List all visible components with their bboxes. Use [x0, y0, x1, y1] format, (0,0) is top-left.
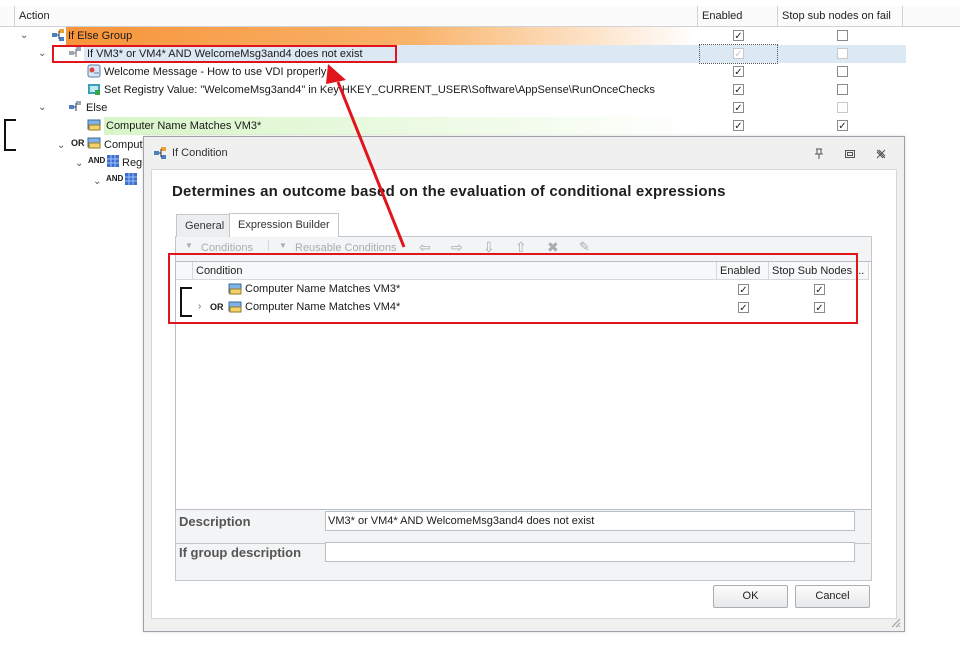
tab-general[interactable]: General [176, 214, 234, 237]
enabled-checkbox[interactable]: ✓ [733, 120, 744, 132]
column-header-enabled[interactable]: Enabled [697, 6, 774, 26]
group-description-label: If group description [179, 545, 302, 560]
description-label: Description [179, 514, 251, 529]
dialog-heading: Determines an outcome based on the evalu… [172, 183, 726, 200]
cancel-button[interactable]: Cancel [795, 585, 870, 608]
annotation-highlight-box [52, 45, 397, 63]
tree-row-label: Set Registry Value: "WelcomeMsg3and4" in… [104, 84, 655, 96]
tree-row-label[interactable]: Comput [104, 136, 143, 154]
stop-checkbox[interactable] [837, 66, 848, 77]
stop-checkbox[interactable] [837, 30, 848, 41]
tab-expression-builder[interactable]: Expression Builder [229, 213, 339, 237]
dialog-content: Determines an outcome based on the evalu… [151, 169, 897, 619]
stop-checkbox[interactable] [837, 48, 848, 59]
registry-condition-icon [107, 155, 119, 167]
column-header-stop[interactable]: Stop sub nodes on fail [777, 6, 903, 26]
dialog-title: If Condition [172, 147, 228, 159]
if-else-group-icon [52, 29, 64, 41]
column-header-action[interactable]: Action [14, 6, 699, 26]
tree-row-label: Else [86, 102, 108, 114]
description-field[interactable]: VM3* or VM4* AND WelcomeMsg3and4 does no… [325, 511, 855, 531]
registry-icon [88, 84, 100, 95]
tree-row-label: Computer Name Matches VM3* [106, 120, 262, 132]
enabled-checkbox[interactable]: ✓ [733, 102, 744, 114]
enabled-checkbox[interactable]: ✓ [733, 48, 744, 60]
group-bracket [4, 119, 16, 151]
and-operator: AND [88, 156, 106, 165]
tree-row-else[interactable]: Else [86, 99, 107, 117]
tree-row-label[interactable]: Reg [122, 154, 142, 172]
stop-checkbox[interactable] [837, 84, 848, 95]
dialog-title-bar[interactable]: If Condition [144, 137, 904, 169]
ok-button[interactable]: OK [713, 585, 788, 608]
chevron-down-icon[interactable]: ⌄ [93, 176, 101, 187]
dropdown-arrow-icon: ▼ [185, 241, 193, 250]
else-icon [69, 101, 81, 111]
chevron-down-icon[interactable]: ⌄ [20, 30, 28, 41]
group-description-field[interactable] [325, 542, 855, 562]
chevron-down-icon[interactable]: ⌄ [38, 48, 46, 59]
tree-row-label: If Else Group [68, 30, 133, 42]
computer-condition-icon [87, 137, 101, 149]
tree-row-computer-name-vm3[interactable]: Computer Name Matches VM3* [104, 117, 694, 135]
tree-header: Action Enabled Stop sub nodes on fail [0, 6, 960, 27]
registry-condition-icon [125, 173, 137, 185]
tree-row-set-registry[interactable]: Set Registry Value: "WelcomeMsg3and4" in… [104, 81, 655, 99]
enabled-checkbox[interactable]: ✓ [733, 30, 744, 42]
if-condition-icon [154, 147, 166, 159]
resize-grip-icon[interactable] [889, 616, 901, 628]
toolbar-separator: | [267, 239, 270, 251]
computer-condition-icon [87, 119, 101, 131]
tree-row-welcome-message[interactable]: Welcome Message - How to use VDI properl… [104, 63, 326, 81]
message-icon [87, 64, 101, 78]
dropdown-arrow-icon: ▼ [279, 241, 287, 250]
chevron-down-icon[interactable]: ⌄ [38, 102, 46, 113]
if-condition-dialog: If Condition Determines an outcome based… [143, 136, 905, 632]
enabled-checkbox[interactable]: ✓ [733, 84, 744, 96]
chevron-down-icon[interactable]: ⌄ [57, 140, 65, 151]
or-operator: OR [71, 138, 85, 148]
annotation-highlight-box [168, 253, 858, 324]
chevron-down-icon[interactable]: ⌄ [75, 158, 83, 169]
close-icon[interactable] [875, 148, 887, 160]
tree-row-label: Welcome Message - How to use VDI properl… [104, 66, 327, 78]
tree-row-if-else-group[interactable]: If Else Group [66, 27, 696, 45]
stop-checkbox[interactable]: ✓ [837, 120, 848, 132]
pin-icon[interactable] [813, 148, 825, 160]
enabled-checkbox[interactable]: ✓ [733, 66, 744, 78]
and-operator: AND [106, 174, 124, 183]
restore-icon[interactable] [844, 148, 856, 160]
stop-checkbox[interactable] [837, 102, 848, 113]
